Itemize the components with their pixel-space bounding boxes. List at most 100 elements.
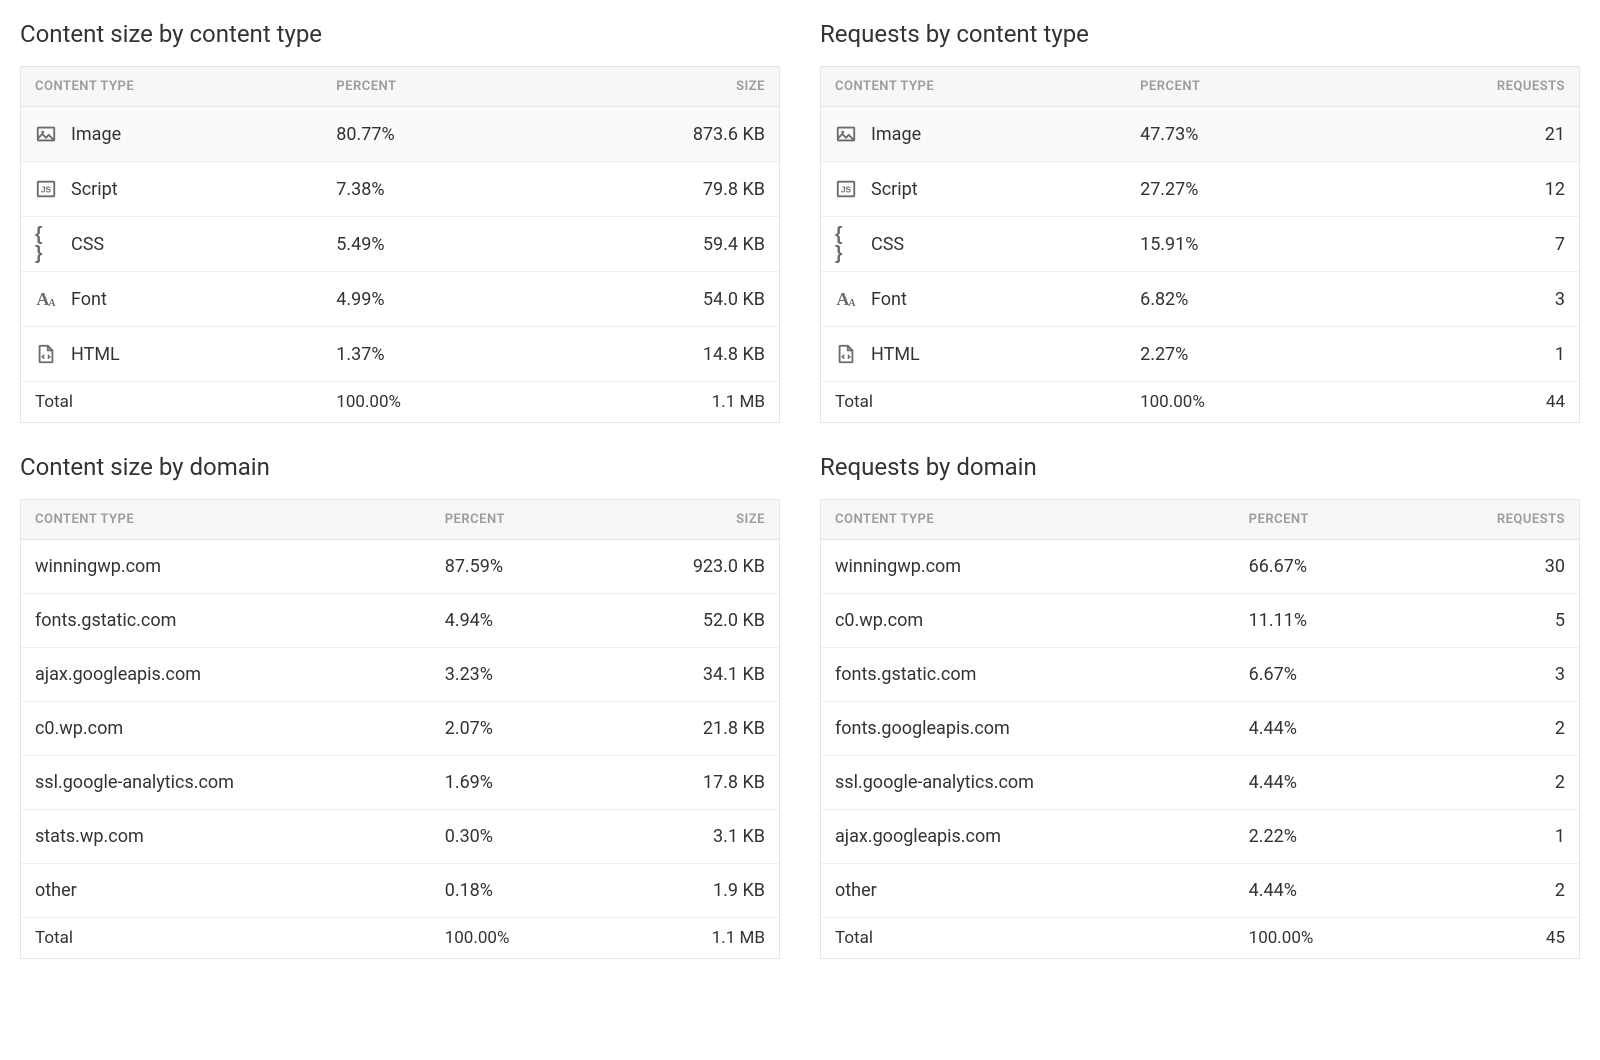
row-percent: 2.22% [1235,810,1404,864]
table-total-row: Total100.00%1.1 MB [21,918,780,959]
table-row: stats.wp.com 0.30%3.1 KB [21,810,780,864]
table-size-by-type: CONTENT TYPE PERCENT SIZE Image 80.77%873… [20,66,780,423]
col-content-type: CONTENT TYPE [21,67,323,107]
panel-title: Requests by content type [820,20,1580,48]
table-total-row: Total100.00%1.1 MB [21,382,780,423]
image-icon [835,123,857,145]
col-content-type: CONTENT TYPE [821,67,1127,107]
row-percent: 3.23% [431,648,598,702]
table-requests-by-domain: CONTENT TYPE PERCENT REQUESTS winningwp.… [820,499,1580,959]
table-row: ajax.googleapis.com 2.22%1 [821,810,1580,864]
row-value: 17.8 KB [598,756,780,810]
html-icon [835,343,857,365]
row-percent: 80.77% [322,107,541,162]
panel-title: Content size by domain [20,453,780,481]
row-percent: 0.18% [431,864,598,918]
row-label: HTML [71,344,120,365]
html-icon [35,343,57,365]
total-value: 1.1 MB [598,918,780,959]
panel-title: Content size by content type [20,20,780,48]
col-percent: PERCENT [1126,67,1348,107]
row-label: Script [71,179,118,200]
table-row: JSScript7.38%79.8 KB [21,162,780,217]
row-percent: 66.67% [1235,540,1404,594]
row-percent: 87.59% [431,540,598,594]
row-value: 54.0 KB [541,272,779,327]
row-label: Image [71,124,121,145]
table-row: AAFont4.99%54.0 KB [21,272,780,327]
table-row: c0.wp.com11.11%5 [821,594,1580,648]
row-label: fonts.gstatic.com [835,664,976,685]
table-total-row: Total100.00%44 [821,382,1580,423]
row-value: 2 [1403,864,1579,918]
row-value: 21 [1348,107,1579,162]
total-percent: 100.00% [1126,382,1348,423]
image-icon [35,123,57,145]
row-label: ajax.googleapis.com [835,826,1001,847]
row-value: 2 [1403,756,1579,810]
col-requests: REQUESTS [1403,500,1579,540]
row-percent: 15.91% [1126,217,1348,272]
script-icon: JS [835,178,857,200]
col-requests: REQUESTS [1348,67,1579,107]
row-value: 52.0 KB [598,594,780,648]
table-row: { }CSS15.91%7 [821,217,1580,272]
table-size-by-domain: CONTENT TYPE PERCENT SIZE winningwp.com8… [20,499,780,959]
row-percent: 6.67% [1235,648,1404,702]
row-percent: 1.37% [322,327,541,382]
row-label: ssl.google-analytics.com [835,772,1034,793]
row-value: 79.8 KB [541,162,779,217]
row-value: 923.0 KB [598,540,780,594]
row-label: Script [871,179,918,200]
table-row: fonts.gstatic.com4.94%52.0 KB [21,594,780,648]
total-label: Total [21,918,431,959]
table-row: fonts.gstatic.com6.67%3 [821,648,1580,702]
row-label: ajax.googleapis.com [35,664,201,685]
col-percent: PERCENT [322,67,541,107]
script-icon: JS [35,178,57,200]
total-value: 45 [1403,918,1579,959]
col-size: SIZE [598,500,780,540]
row-label: winningwp.com [835,556,961,577]
table-row: HTML2.27%1 [821,327,1580,382]
svg-text:JS: JS [841,186,852,195]
table-row: Image 80.77%873.6 KB [21,107,780,162]
total-value: 44 [1348,382,1579,423]
table-requests-by-type: CONTENT TYPE PERCENT REQUESTS Image47.73… [820,66,1580,423]
row-value: 5 [1403,594,1579,648]
font-icon: AA [35,288,57,310]
row-value: 59.4 KB [541,217,779,272]
table-row: winningwp.com 87.59%923.0 KB [21,540,780,594]
row-label: fonts.gstatic.com [35,610,176,631]
css-icon: { } [835,233,857,255]
table-row: ssl.google-analytics.com4.44%2 [821,756,1580,810]
row-label: winningwp.com [35,556,161,577]
row-value: 1.9 KB [598,864,780,918]
col-size: SIZE [541,67,779,107]
row-value: 3.1 KB [598,810,780,864]
row-value: 1 [1348,327,1579,382]
row-value: 3 [1348,272,1579,327]
panel-size-by-domain: Content size by domain CONTENT TYPE PERC… [20,453,780,959]
row-label: other [835,880,877,901]
svg-text:JS: JS [41,186,52,195]
row-percent: 2.07% [431,702,598,756]
row-value: 7 [1348,217,1579,272]
row-value: 21.8 KB [598,702,780,756]
row-percent: 27.27% [1126,162,1348,217]
row-value: 2 [1403,702,1579,756]
row-percent: 5.49% [322,217,541,272]
row-value: 873.6 KB [541,107,779,162]
table-row: ssl.google-analytics.com1.69%17.8 KB [21,756,780,810]
row-percent: 0.30% [431,810,598,864]
total-label: Total [821,918,1235,959]
table-row: JSScript27.27%12 [821,162,1580,217]
total-value: 1.1 MB [541,382,779,423]
row-label: Font [71,289,107,310]
table-total-row: Total100.00%45 [821,918,1580,959]
font-icon: AA [835,288,857,310]
row-value: 1 [1403,810,1579,864]
row-label: fonts.googleapis.com [835,718,1010,739]
row-label: Image [871,124,921,145]
row-label: stats.wp.com [35,826,144,847]
